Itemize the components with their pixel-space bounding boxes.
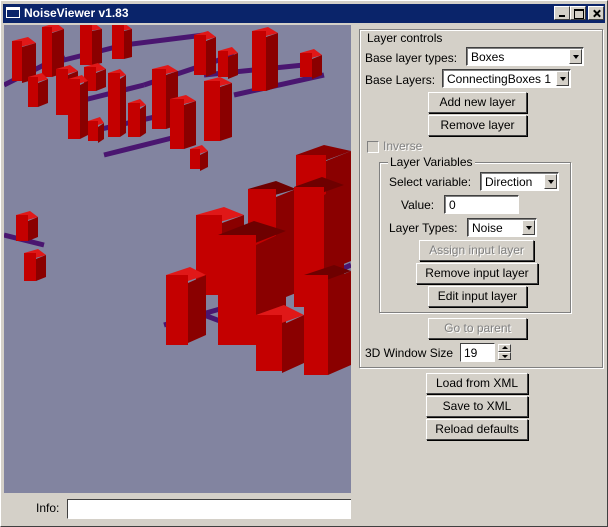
window-size-spin-buttons [498, 344, 511, 361]
base-layer-types-label: Base layer types: [365, 51, 458, 65]
remove-layer-button[interactable]: Remove layer [428, 115, 527, 136]
base-layer-types-select[interactable]: Boxes [466, 47, 584, 66]
3d-scene [4, 25, 351, 375]
dropdown-arrow-icon[interactable] [569, 49, 582, 64]
select-variable-value: Direction [485, 175, 533, 189]
app-window: NoiseViewer v1.83 Info: Layer controls B… [0, 0, 608, 527]
value-field[interactable]: 0 [444, 195, 519, 214]
layer-variables-title: Layer Variables [388, 155, 475, 169]
minimize-icon[interactable] [554, 6, 570, 20]
save-to-xml-button[interactable]: Save to XML [426, 396, 528, 417]
base-layers-label: Base Layers: [365, 73, 436, 87]
reload-defaults-button[interactable]: Reload defaults [426, 419, 528, 440]
info-bar: Info: [4, 493, 351, 523]
base-layers-select[interactable]: ConnectingBoxes 1 [442, 69, 571, 88]
maximize-icon[interactable] [570, 6, 586, 20]
spin-down-icon[interactable] [498, 352, 511, 360]
add-new-layer-button[interactable]: Add new layer [428, 92, 527, 113]
window-size-label: 3D Window Size [365, 346, 454, 360]
close-icon[interactable] [588, 6, 604, 20]
dropdown-arrow-icon[interactable] [544, 174, 557, 189]
base-layers-value: ConnectingBoxes 1 [447, 72, 552, 86]
3d-viewport[interactable] [4, 25, 351, 493]
layer-controls-title: Layer controls [365, 31, 445, 45]
dropdown-arrow-icon[interactable] [522, 220, 535, 235]
base-layer-types-value: Boxes [471, 50, 505, 64]
app-window-icon [6, 7, 20, 18]
assign-input-layer-button[interactable]: Assign input layer [419, 240, 534, 261]
remove-input-layer-button[interactable]: Remove input layer [416, 263, 538, 284]
value-field-text: 0 [449, 198, 456, 212]
select-variable-label: Select variable: [389, 175, 472, 189]
edit-input-layer-button[interactable]: Edit input layer [428, 286, 527, 307]
window-size-value: 19 [464, 346, 478, 360]
go-to-parent-button[interactable]: Go to parent [428, 318, 527, 339]
window-title: NoiseViewer v1.83 [24, 6, 129, 20]
select-variable-select[interactable]: Direction [480, 172, 559, 191]
layer-types-select[interactable]: Noise [467, 218, 537, 237]
spin-up-icon[interactable] [498, 344, 511, 352]
load-from-xml-button[interactable]: Load from XML [426, 373, 528, 394]
dropdown-arrow-icon[interactable] [556, 71, 569, 86]
value-label: Value: [401, 198, 435, 212]
inverse-label: Inverse [383, 139, 423, 153]
info-label: Info: [36, 501, 60, 515]
info-field[interactable] [67, 499, 351, 519]
title-bar[interactable]: NoiseViewer v1.83 [3, 4, 605, 23]
boxes [12, 25, 351, 375]
layer-types-value: Noise [472, 221, 503, 235]
window-size-spinner[interactable]: 19 [460, 343, 495, 362]
layer-types-label: Layer Types: [389, 221, 458, 235]
inverse-checkbox[interactable] [367, 141, 379, 153]
